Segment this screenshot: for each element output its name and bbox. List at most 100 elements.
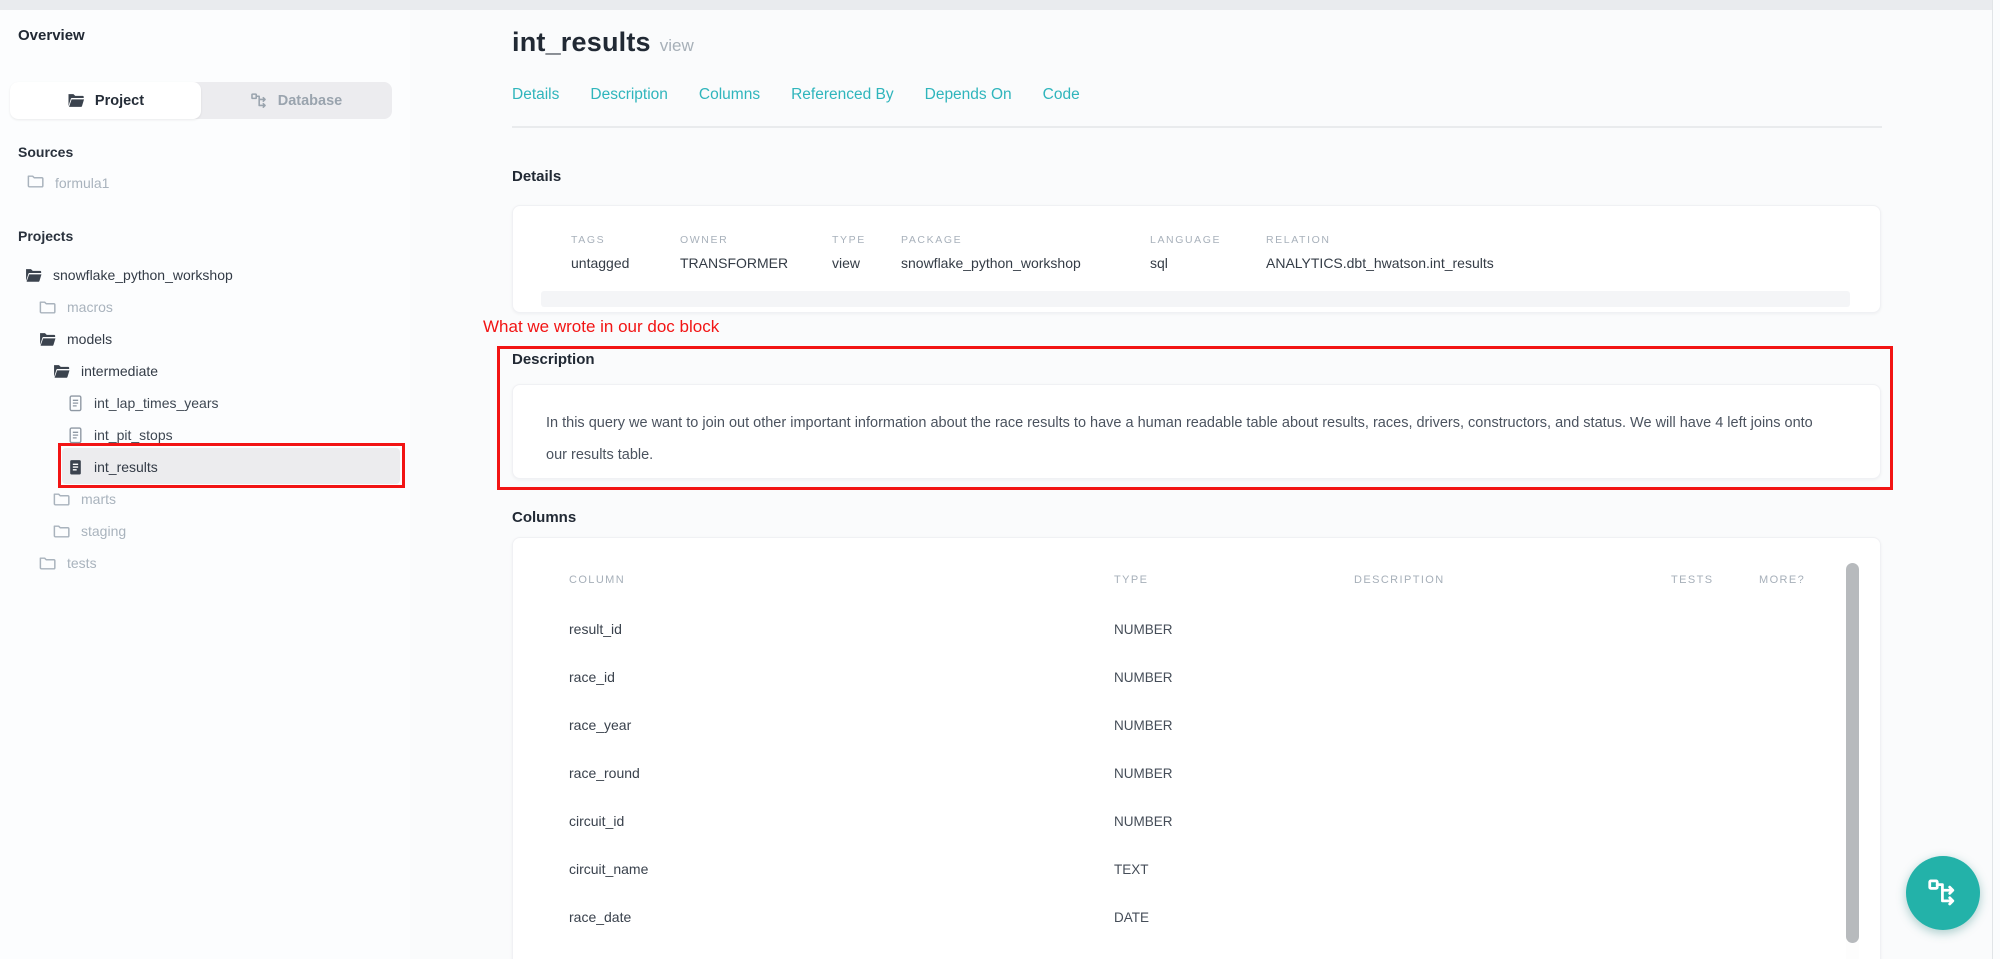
database-toggle-label: Database bbox=[278, 93, 342, 109]
header-more: MORE? bbox=[1759, 574, 1880, 586]
cell-type: TEXT bbox=[1114, 862, 1354, 877]
cell-column: race_year bbox=[569, 717, 1114, 733]
lineage-graph-button[interactable] bbox=[1906, 856, 1980, 930]
projects-section-label: Projects bbox=[18, 228, 73, 244]
table-row-race-date[interactable]: race_date DATE bbox=[513, 893, 1880, 941]
source-label: formula1 bbox=[55, 175, 109, 191]
cell-column: result_id bbox=[569, 621, 1114, 637]
field-label: LANGUAGE bbox=[1150, 234, 1266, 246]
tree-item-intermediate[interactable]: intermediate bbox=[0, 355, 410, 387]
columns-card: COLUMN TYPE DESCRIPTION TESTS MORE? resu… bbox=[512, 537, 1881, 959]
tab-referenced-by[interactable]: Referenced By bbox=[791, 86, 894, 104]
cell-column: circuit_name bbox=[569, 861, 1114, 877]
table-row-race-round[interactable]: race_round NUMBER bbox=[513, 749, 1880, 797]
project-tree: snowflake_python_workshop macros models … bbox=[0, 259, 410, 579]
columns-table-header: COLUMN TYPE DESCRIPTION TESTS MORE? bbox=[513, 538, 1880, 586]
page-scrollbar[interactable] bbox=[1992, 0, 2000, 959]
table-row-race-year[interactable]: race_year NUMBER bbox=[513, 701, 1880, 749]
annotation-text: What we wrote in our doc block bbox=[483, 317, 719, 337]
tree-item-label: snowflake_python_workshop bbox=[53, 267, 233, 283]
field-label: TAGS bbox=[571, 234, 680, 246]
tree-item-int-pit-stops[interactable]: int_pit_stops bbox=[0, 419, 410, 451]
document-solid-icon bbox=[68, 459, 83, 476]
document-icon bbox=[68, 395, 83, 412]
tree-item-staging[interactable]: staging bbox=[0, 515, 410, 547]
columns-scrollbar-thumb[interactable] bbox=[1846, 563, 1859, 943]
cell-column: race_id bbox=[569, 669, 1114, 685]
tree-item-int-results-selected[interactable]: int_results bbox=[0, 451, 410, 483]
header-type: TYPE bbox=[1114, 574, 1354, 586]
cell-type: NUMBER bbox=[1114, 766, 1354, 781]
project-toggle-label: Project bbox=[95, 93, 144, 109]
tree-item-tests[interactable]: tests bbox=[0, 547, 410, 579]
tree-item-label: marts bbox=[81, 491, 116, 507]
field-value: ANALYTICS.dbt_hwatson.int_results bbox=[1266, 255, 1880, 271]
cell-type: NUMBER bbox=[1114, 622, 1354, 637]
tree-item-int-lap-times-years[interactable]: int_lap_times_years bbox=[0, 387, 410, 419]
tree-item-snowflake-python-workshop[interactable]: snowflake_python_workshop bbox=[0, 259, 410, 291]
folder-open-icon bbox=[25, 268, 42, 283]
field-label: TYPE bbox=[832, 234, 901, 246]
sidebar-item-formula1[interactable]: formula1 bbox=[0, 169, 410, 197]
tree-item-label: macros bbox=[67, 299, 113, 315]
field-value: TRANSFORMER bbox=[680, 255, 832, 271]
description-body: In this query we want to join out other … bbox=[546, 407, 1835, 471]
cell-column: race_round bbox=[569, 765, 1114, 781]
field-value: untagged bbox=[571, 255, 680, 271]
tab-code[interactable]: Code bbox=[1043, 86, 1080, 104]
folder-icon bbox=[39, 300, 56, 315]
sidebar-title: Overview bbox=[18, 27, 85, 44]
folder-icon bbox=[53, 524, 70, 539]
columns-table-body: result_id NUMBER race_id NUMBER race_yea… bbox=[513, 605, 1880, 959]
field-label: OWNER bbox=[680, 234, 832, 246]
tree-item-marts[interactable]: marts bbox=[0, 483, 410, 515]
description-section-heading: Description bbox=[512, 351, 595, 368]
tree-item-label: intermediate bbox=[81, 363, 158, 379]
tree-item-macros[interactable]: macros bbox=[0, 291, 410, 323]
tree-item-label: int_results bbox=[94, 459, 158, 475]
model-name: int_results bbox=[512, 27, 651, 57]
tab-depends-on[interactable]: Depends On bbox=[925, 86, 1012, 104]
lineage-tree-icon bbox=[251, 93, 268, 109]
database-toggle-button[interactable]: Database bbox=[201, 82, 392, 119]
table-row-circuit-name[interactable]: circuit_name TEXT bbox=[513, 845, 1880, 893]
tabs-divider bbox=[512, 126, 1882, 128]
folder-icon bbox=[53, 492, 70, 507]
cell-type: NUMBER bbox=[1114, 670, 1354, 685]
materialization-badge: view bbox=[660, 36, 694, 55]
table-row-result-id[interactable]: result_id NUMBER bbox=[513, 605, 1880, 653]
header-column: COLUMN bbox=[569, 574, 1114, 586]
tree-item-label: tests bbox=[67, 555, 97, 571]
tab-description[interactable]: Description bbox=[590, 86, 668, 104]
header-description: DESCRIPTION bbox=[1354, 574, 1671, 586]
details-card-footer bbox=[541, 291, 1850, 307]
details-section-heading: Details bbox=[512, 168, 561, 185]
folder-open-icon bbox=[67, 93, 85, 108]
cell-type: NUMBER bbox=[1114, 718, 1354, 733]
table-row-race-time[interactable]: race_time TIME bbox=[513, 941, 1880, 959]
sidebar: Overview Project Database Sources formul… bbox=[0, 10, 410, 959]
tab-columns[interactable]: Columns bbox=[699, 86, 760, 104]
columns-scrollbar-track[interactable] bbox=[1846, 563, 1859, 959]
cell-type: DATE bbox=[1114, 910, 1354, 925]
document-icon bbox=[68, 427, 83, 444]
lineage-graph-icon bbox=[1928, 879, 1958, 907]
folder-open-icon bbox=[39, 332, 56, 347]
columns-section-heading: Columns bbox=[512, 509, 576, 526]
header-tests: TESTS bbox=[1671, 574, 1759, 586]
field-label: PACKAGE bbox=[901, 234, 1150, 246]
table-row-circuit-id[interactable]: circuit_id NUMBER bbox=[513, 797, 1880, 845]
folder-icon bbox=[27, 174, 44, 192]
tree-item-label: int_pit_stops bbox=[94, 427, 173, 443]
details-card: TAGS untagged OWNER TRANSFORMER TYPE vie… bbox=[512, 205, 1881, 313]
project-toggle-button[interactable]: Project bbox=[10, 82, 201, 119]
cell-type: NUMBER bbox=[1114, 814, 1354, 829]
top-strip bbox=[0, 0, 2000, 10]
tree-item-models[interactable]: models bbox=[0, 323, 410, 355]
description-card: In this query we want to join out other … bbox=[512, 384, 1881, 479]
tree-item-label: int_lap_times_years bbox=[94, 395, 219, 411]
field-value: sql bbox=[1150, 255, 1266, 271]
table-row-race-id[interactable]: race_id NUMBER bbox=[513, 653, 1880, 701]
field-value: view bbox=[832, 255, 901, 271]
tab-details[interactable]: Details bbox=[512, 86, 559, 104]
